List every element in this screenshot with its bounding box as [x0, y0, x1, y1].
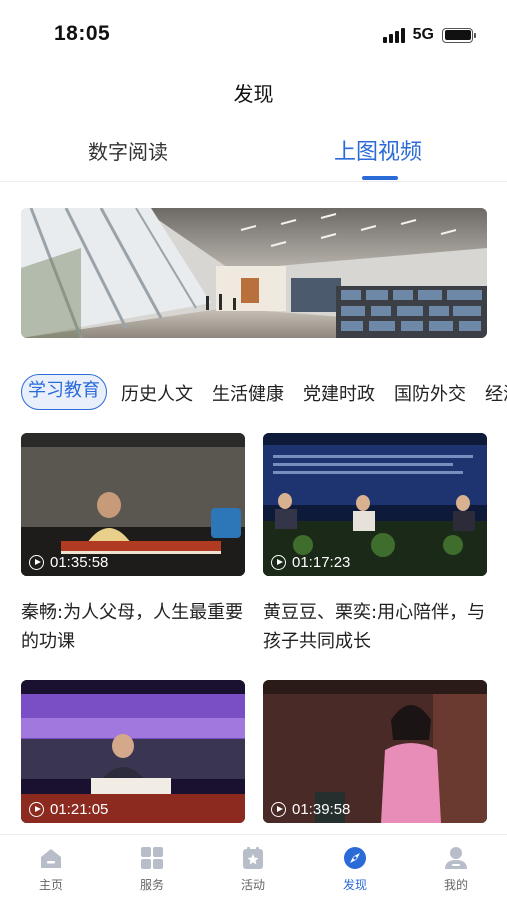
- top-tabs: 数字阅读 上图视频: [0, 126, 507, 182]
- video-card[interactable]: 01:39:58: [263, 680, 487, 823]
- home-icon: [41, 849, 61, 868]
- video-title: 黄豆豆、栗奕:用心陪伴，与孩子共同成长: [263, 602, 486, 652]
- nav-label: 主页: [38, 878, 63, 892]
- category-party-politics[interactable]: 党建时政: [303, 380, 375, 406]
- status-time: 18:05: [54, 22, 111, 45]
- category-history-culture[interactable]: 历史人文: [121, 380, 193, 406]
- video-card[interactable]: 01:17:23 黄豆豆、栗奕:用心陪伴，与孩子共同成长: [263, 433, 487, 656]
- video-thumbnail: 01:39:58: [263, 680, 487, 823]
- nav-item-home[interactable]: 主页: [21, 845, 81, 893]
- duration-text: 01:35:58: [50, 554, 109, 571]
- network-label: 5G: [412, 26, 434, 43]
- nav-item-profile[interactable]: 我的: [426, 845, 486, 893]
- video-duration: 01:35:58: [29, 554, 108, 571]
- battery-icon: [442, 27, 476, 43]
- play-icon: [271, 802, 286, 817]
- video-duration: 01:21:05: [29, 801, 108, 818]
- tab-digital-reading[interactable]: 数字阅读: [88, 136, 168, 165]
- star-calendar-icon: [243, 847, 263, 869]
- video-thumbnail: 01:35:58: [21, 433, 245, 576]
- video-duration: 01:17:23: [271, 554, 350, 571]
- grid-icon: [141, 847, 163, 869]
- duration-text: 01:39:58: [292, 801, 351, 818]
- play-icon: [271, 555, 286, 570]
- duration-text: 01:21:05: [50, 801, 109, 818]
- video-card[interactable]: 01:35:58 秦畅:为人父母，人生最重要的功课: [21, 433, 245, 656]
- play-icon: [29, 555, 44, 570]
- category-life-health[interactable]: 生活健康: [212, 380, 284, 406]
- category-defense-diplomacy[interactable]: 国防外交: [394, 380, 466, 406]
- category-bar: 学习教育 历史人文 生活健康 党建时政 国防外交 经济: [0, 374, 507, 414]
- nav-label: 我的: [443, 878, 468, 892]
- status-indicators: 5G: [382, 26, 476, 44]
- user-icon: [445, 847, 467, 869]
- nav-item-discover[interactable]: 发现: [325, 845, 385, 893]
- banner-image: [21, 208, 487, 338]
- nav-item-services[interactable]: 服务: [122, 845, 182, 893]
- video-title: 秦畅:为人父母，人生最重要的功课: [21, 602, 244, 652]
- compass-icon: [344, 847, 366, 869]
- bottom-nav: 主页 服务 活动 发现 我的: [0, 834, 507, 900]
- video-thumbnail: 01:21:05: [21, 680, 245, 823]
- play-icon: [29, 802, 44, 817]
- video-duration: 01:39:58: [271, 801, 350, 818]
- status-bar: 18:05 5G: [0, 0, 507, 70]
- signal-icon: [382, 27, 405, 43]
- nav-label: 发现: [342, 878, 367, 892]
- tab-active-indicator: [362, 176, 398, 180]
- nav-label: 活动: [240, 878, 265, 892]
- banner-library-interior[interactable]: [21, 208, 487, 338]
- nav-label: 服务: [139, 878, 164, 892]
- category-learning-education[interactable]: 学习教育: [21, 374, 107, 410]
- tab-library-video[interactable]: 上图视频: [334, 134, 422, 166]
- duration-text: 01:17:23: [292, 554, 351, 571]
- video-thumbnail: 01:17:23: [263, 433, 487, 576]
- category-economy[interactable]: 经济: [485, 380, 507, 406]
- page-title: 发现: [233, 82, 274, 106]
- video-card[interactable]: 01:21:05: [21, 680, 245, 823]
- nav-item-activities[interactable]: 活动: [223, 845, 283, 893]
